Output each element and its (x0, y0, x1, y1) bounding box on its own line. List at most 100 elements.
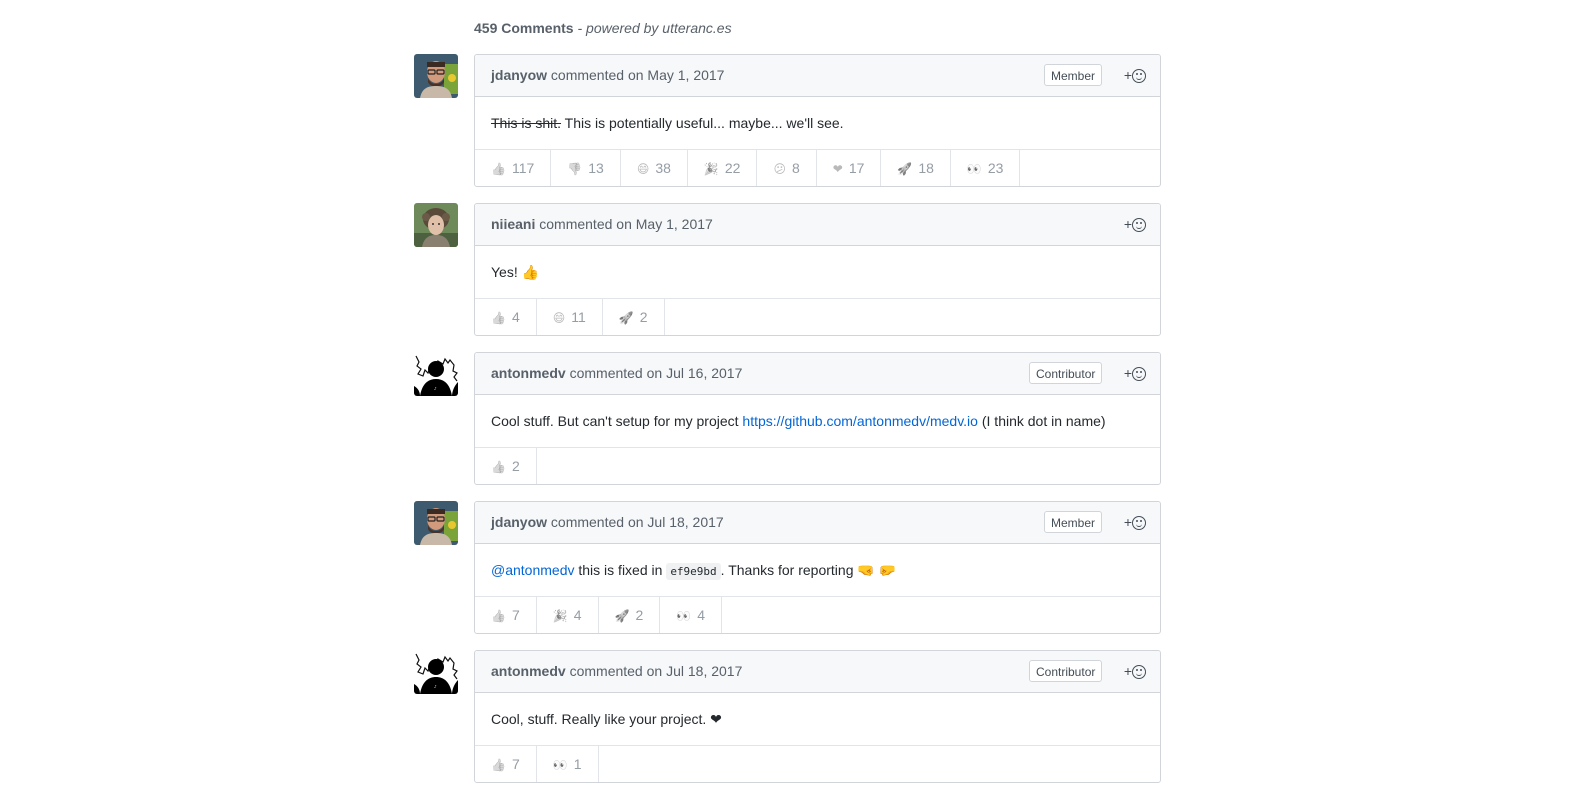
comment-card: jdanyow commented on Jul 18, 2017 Member +… (474, 501, 1161, 634)
smiley-icon (1132, 367, 1146, 381)
comment-header: jdanyow commented on Jul 18, 2017 Member + (475, 502, 1160, 544)
reaction-list: 👍 7 👀 1 (475, 746, 1160, 782)
avatar-silhouette[interactable]: ♪ (414, 650, 458, 694)
reaction-button[interactable]: 👀 1 (537, 746, 599, 782)
reaction-button[interactable]: 👍 7 (475, 597, 537, 633)
comment-meta: jdanyow commented on May 1, 2017 (491, 55, 724, 96)
comment-author[interactable]: antonmedv (491, 365, 566, 381)
comment-date[interactable]: on May 1, 2017 (616, 216, 713, 232)
author-association-badge: Contributor (1029, 660, 1103, 682)
comment-text: this is fixed in (574, 562, 667, 578)
comment-text: Yes! 👍 (491, 264, 540, 280)
thumbs-down-icon: 👎 (567, 162, 583, 176)
svg-text:♪: ♪ (434, 684, 437, 689)
comment-meta: antonmedv commented on Jul 18, 2017 (491, 651, 742, 692)
reaction-button[interactable]: 🚀 2 (599, 597, 661, 633)
repo-link[interactable]: https://github.com/antonmedv/medv.io (742, 413, 978, 429)
comment-author[interactable]: niieani (491, 216, 535, 232)
comment-body: Cool, stuff. Really like your project. ❤ (475, 693, 1160, 746)
comment-body: @antonmedv this is fixed in ef9e9bd. Tha… (475, 544, 1160, 597)
comment-date[interactable]: on May 1, 2017 (628, 67, 725, 83)
plus-icon: + (1123, 365, 1132, 381)
smiley-icon (1132, 516, 1146, 530)
reaction-button[interactable]: 🎉 22 (688, 150, 758, 186)
reaction-count: 13 (588, 160, 604, 176)
comment-meta: jdanyow commented on Jul 18, 2017 (491, 502, 724, 543)
reaction-button[interactable]: 👍 7 (475, 746, 537, 782)
rocket-icon: 🚀 (618, 311, 634, 325)
comment-action: commented (569, 663, 643, 679)
comment-action: commented (550, 67, 625, 83)
reaction-count: 17 (848, 160, 865, 176)
hooray-icon: 🎉 (703, 162, 719, 176)
reaction-button[interactable]: 👍 4 (475, 299, 537, 335)
svg-text:♪: ♪ (434, 386, 437, 391)
reaction-count: 117 (511, 160, 535, 176)
laugh-icon: 😄 (552, 311, 566, 325)
comment-card: jdanyow commented on May 1, 2017 Member + T… (474, 54, 1161, 187)
add-reaction-button[interactable]: + (1124, 513, 1146, 531)
reaction-button[interactable]: 😕 8 (757, 150, 817, 186)
reaction-button[interactable]: 😄 11 (537, 299, 603, 335)
reaction-count: 7 (511, 756, 520, 772)
reaction-button[interactable]: ❤ 17 (817, 150, 882, 186)
user-mention-link[interactable]: @antonmedv (491, 562, 574, 578)
comment-card: antonmedv commented on Jul 16, 2017 Contr… (474, 352, 1161, 485)
plus-icon: + (1123, 67, 1132, 83)
reaction-button[interactable]: 👀 4 (660, 597, 722, 633)
comment-action: commented (539, 216, 613, 232)
comment-date[interactable]: on Jul 18, 2017 (628, 514, 724, 530)
comment-text: Cool stuff. But can't setup for my proje… (491, 413, 743, 429)
add-reaction-button[interactable]: + (1124, 662, 1146, 680)
reaction-button[interactable]: 🚀 18 (881, 150, 951, 186)
thumbs-up-icon: 👍 (491, 609, 506, 623)
comment-date[interactable]: on Jul 18, 2017 (647, 663, 743, 679)
author-association-badge: Member (1044, 511, 1103, 533)
reaction-list: 👍 117 👎 13 😄 38 🎉 22 😕 8 ❤ 17 🚀 18 👀 23 (475, 150, 1160, 186)
comment-text: This is potentially useful... maybe... w… (561, 115, 844, 131)
reaction-button[interactable]: 🚀 2 (603, 299, 665, 335)
avatar-photo-bearded-man[interactable] (414, 54, 458, 98)
avatar-photo-curly-hair[interactable] (414, 203, 458, 247)
reaction-count: 22 (724, 160, 741, 176)
reaction-count: 1 (573, 756, 582, 772)
plus-icon: + (1123, 514, 1132, 530)
reaction-count: 7 (511, 607, 520, 623)
comment-body: Yes! 👍 (475, 246, 1160, 299)
comment-header: antonmedv commented on Jul 18, 2017 Contr… (475, 651, 1160, 693)
reaction-button[interactable]: 👍 2 (475, 448, 537, 484)
avatar-photo-bearded-man[interactable] (414, 501, 458, 545)
smiley-icon (1132, 665, 1146, 679)
comment-author[interactable]: jdanyow (491, 514, 547, 530)
comment-list: jdanyow commented on May 1, 2017 Member + T… (0, 0, 1579, 799)
comment-card: niieani commented on May 1, 2017 + Yes! 👍 👍… (474, 203, 1161, 336)
reaction-count: 4 (697, 607, 705, 623)
commit-sha-code[interactable]: ef9e9bd (666, 563, 721, 580)
reaction-list: 👍 4 😄 11 🚀 2 (475, 299, 1160, 335)
reaction-list: 👍 2 (475, 448, 1160, 484)
reaction-button[interactable]: 👎 13 (551, 150, 621, 186)
reaction-button[interactable]: 👍 117 (475, 150, 552, 186)
thumbs-up-icon: 👍 (491, 460, 506, 474)
hooray-icon: 🎉 (552, 609, 568, 623)
comment-body: Cool stuff. But can't setup for my proje… (475, 395, 1160, 448)
add-reaction-button[interactable]: + (1124, 215, 1146, 233)
reaction-button[interactable]: 😄 38 (621, 150, 688, 186)
smiley-icon (1132, 218, 1146, 232)
laugh-icon: 😄 (636, 162, 650, 176)
reaction-button[interactable]: 🎉 4 (537, 597, 599, 633)
smiley-icon (1132, 69, 1146, 83)
eyes-icon: 👀 (552, 758, 568, 772)
comment-author[interactable]: antonmedv (491, 663, 566, 679)
comment-date[interactable]: on Jul 16, 2017 (647, 365, 743, 381)
comment-author[interactable]: jdanyow (491, 67, 547, 83)
reaction-count: 11 (571, 309, 586, 325)
avatar-silhouette[interactable]: ♪ (414, 352, 458, 396)
add-reaction-button[interactable]: + (1124, 364, 1146, 382)
add-reaction-button[interactable]: + (1124, 66, 1146, 84)
comment-header: niieani commented on May 1, 2017 + (475, 204, 1160, 246)
plus-icon: + (1123, 663, 1132, 679)
reaction-button[interactable]: 👀 23 (951, 150, 1021, 186)
comment-text: . Thanks for reporting 🤜 🤛 (720, 562, 897, 578)
eyes-icon: 👀 (676, 609, 692, 623)
